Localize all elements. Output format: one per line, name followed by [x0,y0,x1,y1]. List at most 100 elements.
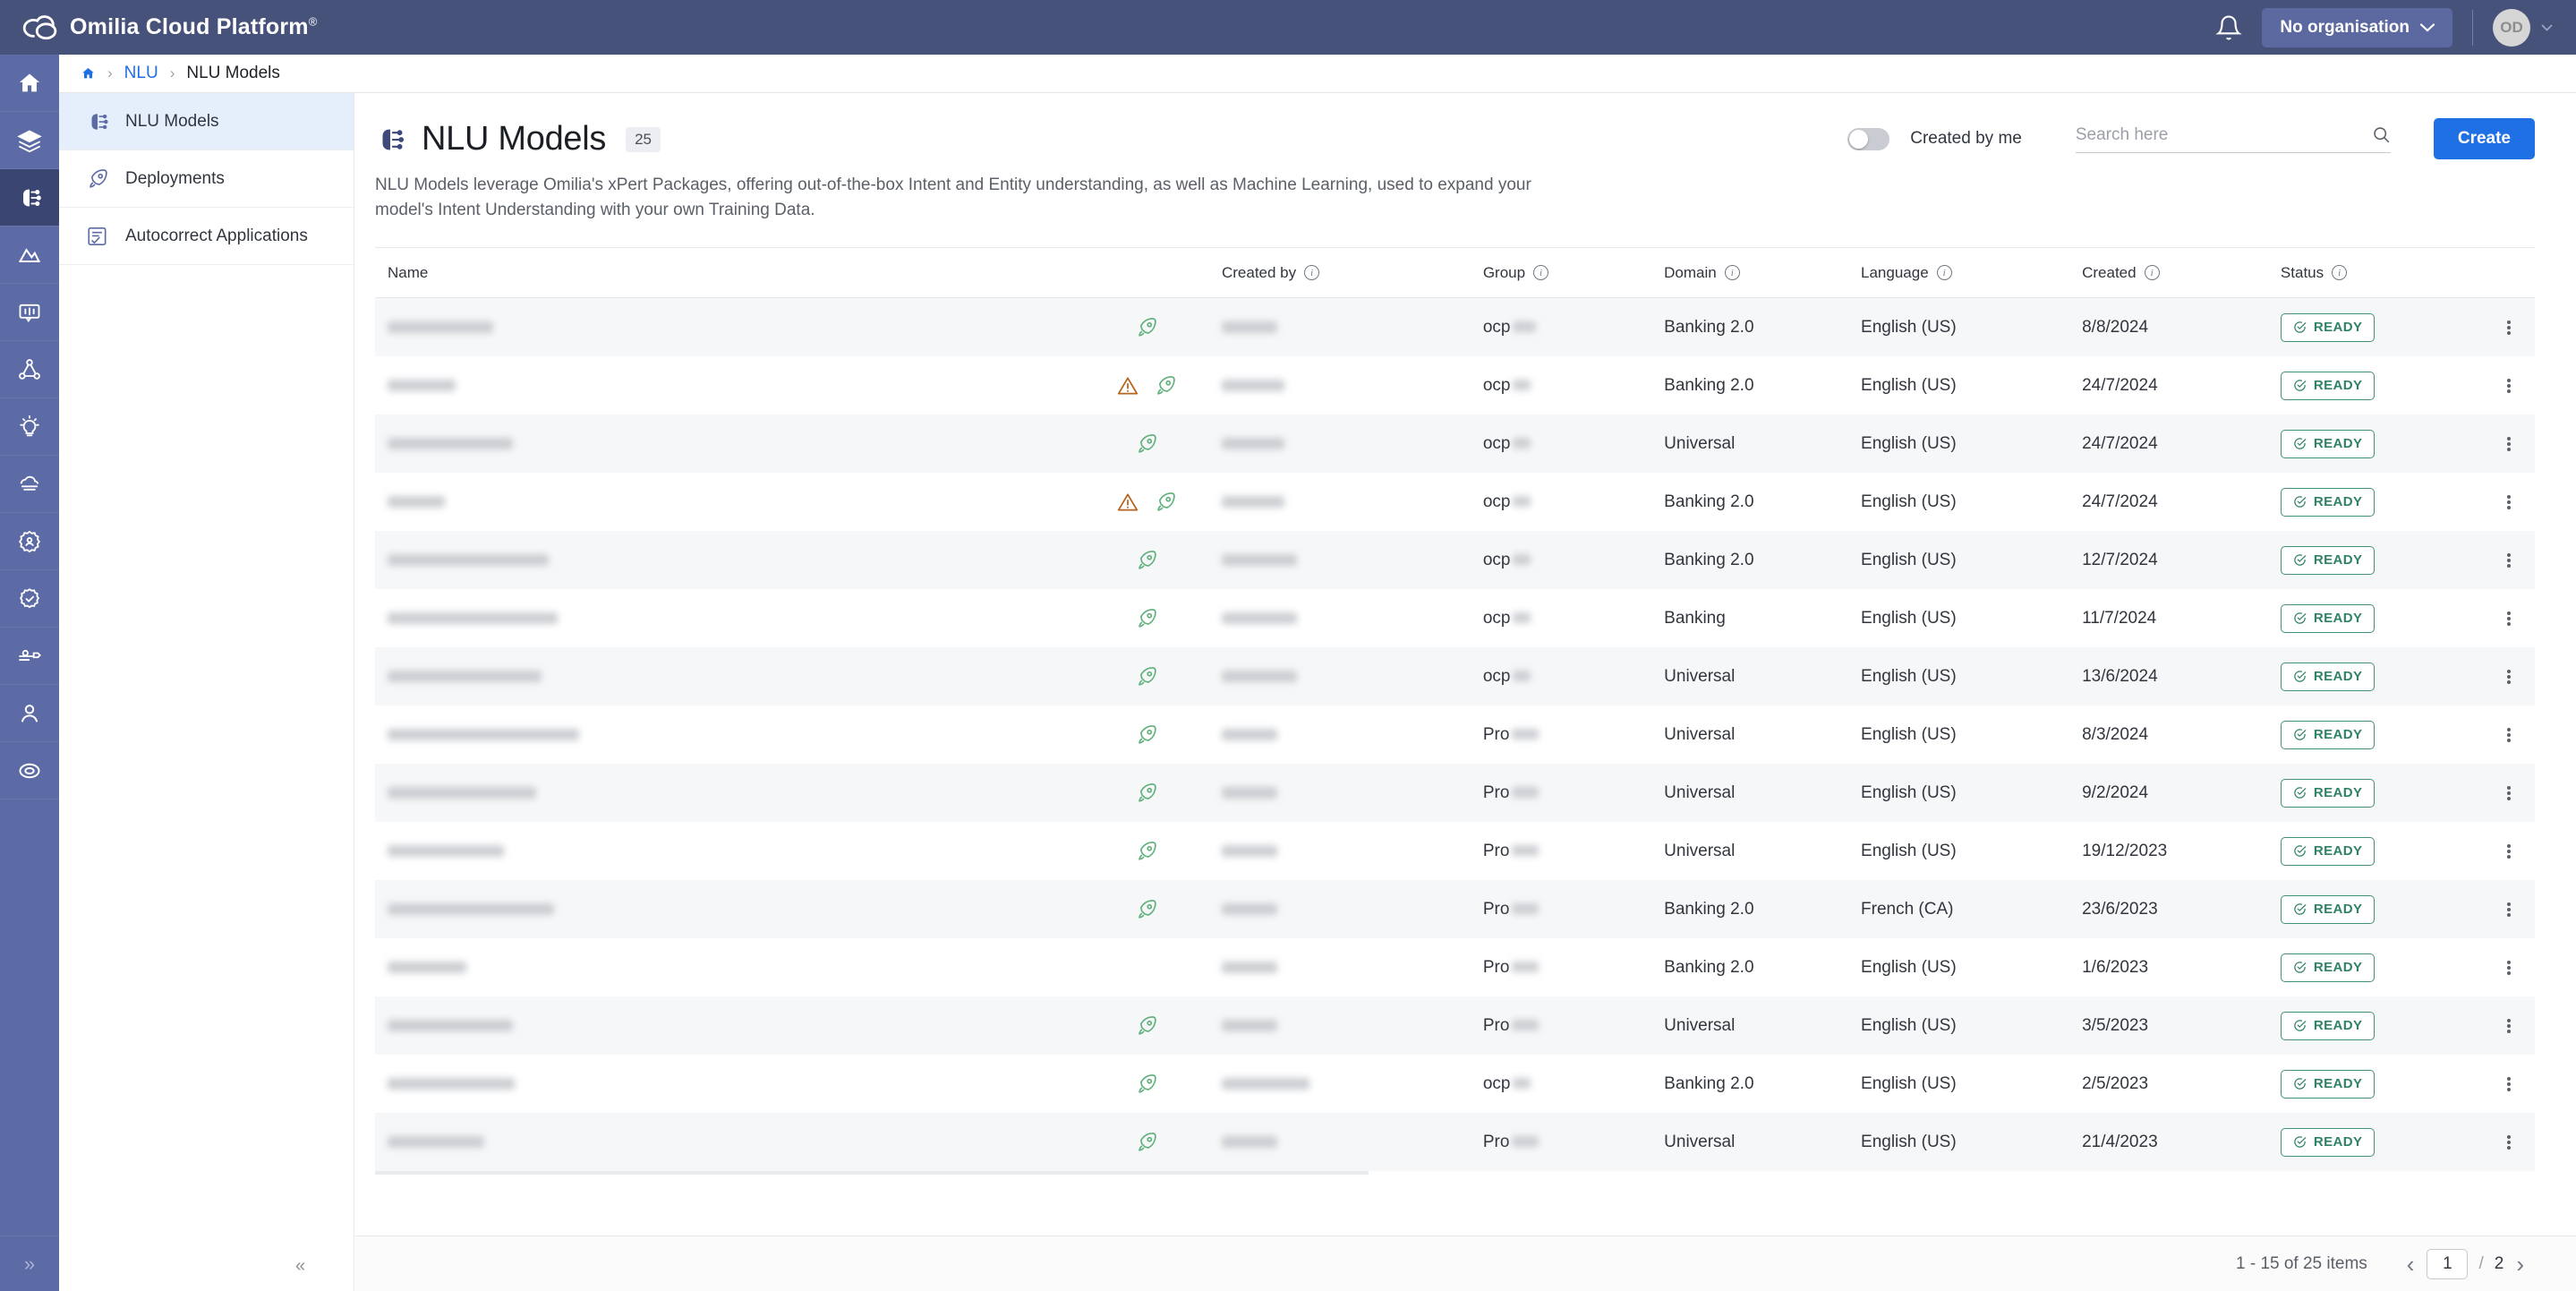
table-row[interactable]: Pro Banking 2.0 French (CA) 23/6/2023 READY [375,880,2535,939]
cell-name[interactable] [375,903,1072,916]
status-badge[interactable]: READY [2280,371,2376,400]
info-icon[interactable]: i [1936,265,1952,281]
home-icon[interactable] [81,66,96,81]
cell-name[interactable] [375,1078,1072,1090]
status-badge[interactable]: READY [2280,778,2376,808]
cell-name[interactable] [375,612,1072,625]
rail-item-home[interactable] [0,55,59,112]
row-actions-button[interactable] [2506,959,2511,977]
cell-name[interactable] [375,1020,1072,1032]
cell-name[interactable] [375,845,1072,858]
prev-page-button[interactable]: ‹ [2394,1253,2427,1276]
row-actions-button[interactable] [2506,1133,2511,1151]
status-badge[interactable]: READY [2280,894,2376,924]
cell-name[interactable] [375,554,1072,567]
search-icon[interactable] [2372,125,2391,144]
organisation-selector[interactable]: No organisation [2262,7,2452,47]
info-icon[interactable]: i [2144,265,2160,281]
column-header-domain[interactable]: Domain i [1664,264,1861,282]
breadcrumb-link-nlu[interactable]: NLU [124,64,158,83]
status-badge[interactable]: READY [2280,1127,2376,1157]
rail-item-support[interactable] [0,742,59,799]
cell-name[interactable] [375,496,1072,509]
status-badge[interactable]: READY [2280,720,2376,749]
cell-name[interactable] [375,671,1072,683]
column-header-group[interactable]: Group i [1483,264,1664,282]
table-row[interactable]: Pro Universal English (US) 21/4/2023 READY [375,1113,2535,1172]
status-badge[interactable]: READY [2280,1011,2376,1040]
rail-item-admin[interactable] [0,513,59,570]
table-row[interactable]: ocp Universal English (US) 13/6/2024 READY [375,647,2535,706]
cell-name[interactable] [375,1136,1072,1149]
created-by-me-toggle[interactable] [1847,127,1890,150]
rail-item-nlu[interactable] [0,169,59,227]
column-header-created[interactable]: Created i [2082,264,2281,282]
rail-item-insights[interactable] [0,398,59,456]
search-input[interactable] [2075,124,2372,145]
column-header-name[interactable]: Name [375,264,1072,282]
info-icon[interactable]: i [2332,265,2348,281]
table-row[interactable]: ocp Banking 2.0 English (US) 2/5/2023 READY [375,1055,2535,1113]
status-badge[interactable]: READY [2280,836,2376,866]
table-row[interactable]: Pro Universal English (US) 9/2/2024 READY [375,764,2535,823]
row-actions-button[interactable] [2506,493,2511,511]
info-icon[interactable]: i [1724,265,1740,281]
table-row[interactable]: Pro Universal English (US) 19/12/2023 READY [375,822,2535,880]
cell-name[interactable] [375,321,1072,334]
column-header-language[interactable]: Language i [1861,264,2082,282]
row-actions-button[interactable] [2506,551,2511,569]
row-actions-button[interactable] [2506,319,2511,337]
row-actions-button[interactable] [2506,726,2511,744]
rail-item-voice[interactable] [0,284,59,341]
cell-name[interactable] [375,787,1072,799]
table-row[interactable]: ocp Banking English (US) 11/7/2024 READY [375,589,2535,647]
status-badge[interactable]: READY [2280,312,2376,342]
table-row[interactable]: ocp Banking 2.0 English (US) 24/7/2024 READY [375,356,2535,415]
row-actions-button[interactable] [2506,901,2511,919]
table-scroll-indicator[interactable] [375,1171,2535,1176]
table-row[interactable]: ocp Banking 2.0 English (US) 24/7/2024 READY [375,473,2535,531]
status-badge[interactable]: READY [2280,487,2376,517]
rail-item-cloud[interactable] [0,456,59,513]
status-badge[interactable]: READY [2280,662,2376,691]
status-badge[interactable]: READY [2280,545,2376,575]
column-header-status[interactable]: Status i [2281,264,2483,282]
row-actions-button[interactable] [2506,784,2511,802]
row-actions-button[interactable] [2506,377,2511,395]
avatar[interactable]: OD [2493,8,2530,47]
status-badge[interactable]: READY [2280,953,2376,982]
warning-icon[interactable] [1116,374,1139,398]
rail-item-layers[interactable] [0,112,59,169]
chevron-down-icon[interactable] [2541,23,2553,31]
rail-item-security[interactable] [0,570,59,628]
table-row[interactable]: ocp Banking 2.0 English (US) 8/8/2024 READY [375,298,2535,357]
table-row[interactable]: Pro Banking 2.0 English (US) 1/6/2023 READY [375,938,2535,996]
sidebar-item-deployments[interactable]: Deployments [59,150,354,208]
row-actions-button[interactable] [2506,435,2511,453]
table-row[interactable]: ocp Banking 2.0 English (US) 12/7/2024 READY [375,531,2535,590]
create-button[interactable]: Create [2433,118,2535,159]
warning-icon[interactable] [1116,491,1139,514]
page-number-input[interactable] [2427,1248,2469,1279]
info-icon[interactable]: i [1533,265,1549,281]
rail-expand-button[interactable]: » [0,1235,59,1291]
cell-name[interactable] [375,438,1072,450]
table-row[interactable]: Pro Universal English (US) 8/3/2024 READY [375,705,2535,764]
bell-icon[interactable] [2215,14,2243,41]
sidebar-item-nlu-models[interactable]: NLU Models [59,93,354,150]
nav-collapse-button[interactable]: « [295,1256,305,1277]
rail-item-account[interactable] [0,685,59,742]
brand[interactable]: Omilia Cloud Platform® [21,14,318,41]
cell-name[interactable] [375,380,1072,392]
table-row[interactable]: ocp Universal English (US) 24/7/2024 READY [375,415,2535,474]
cell-name[interactable] [375,729,1072,741]
cell-name[interactable] [375,962,1072,974]
info-icon[interactable]: i [1304,265,1320,281]
row-actions-button[interactable] [2506,1017,2511,1035]
row-actions-button[interactable] [2506,668,2511,686]
table-row[interactable]: Pro Universal English (US) 3/5/2023 READY [375,996,2535,1056]
row-actions-button[interactable] [2506,1075,2511,1093]
sidebar-item-autocorrect-applications[interactable]: Autocorrect Applications [59,208,354,265]
rail-item-tools[interactable] [0,628,59,685]
status-badge[interactable]: READY [2280,429,2376,458]
